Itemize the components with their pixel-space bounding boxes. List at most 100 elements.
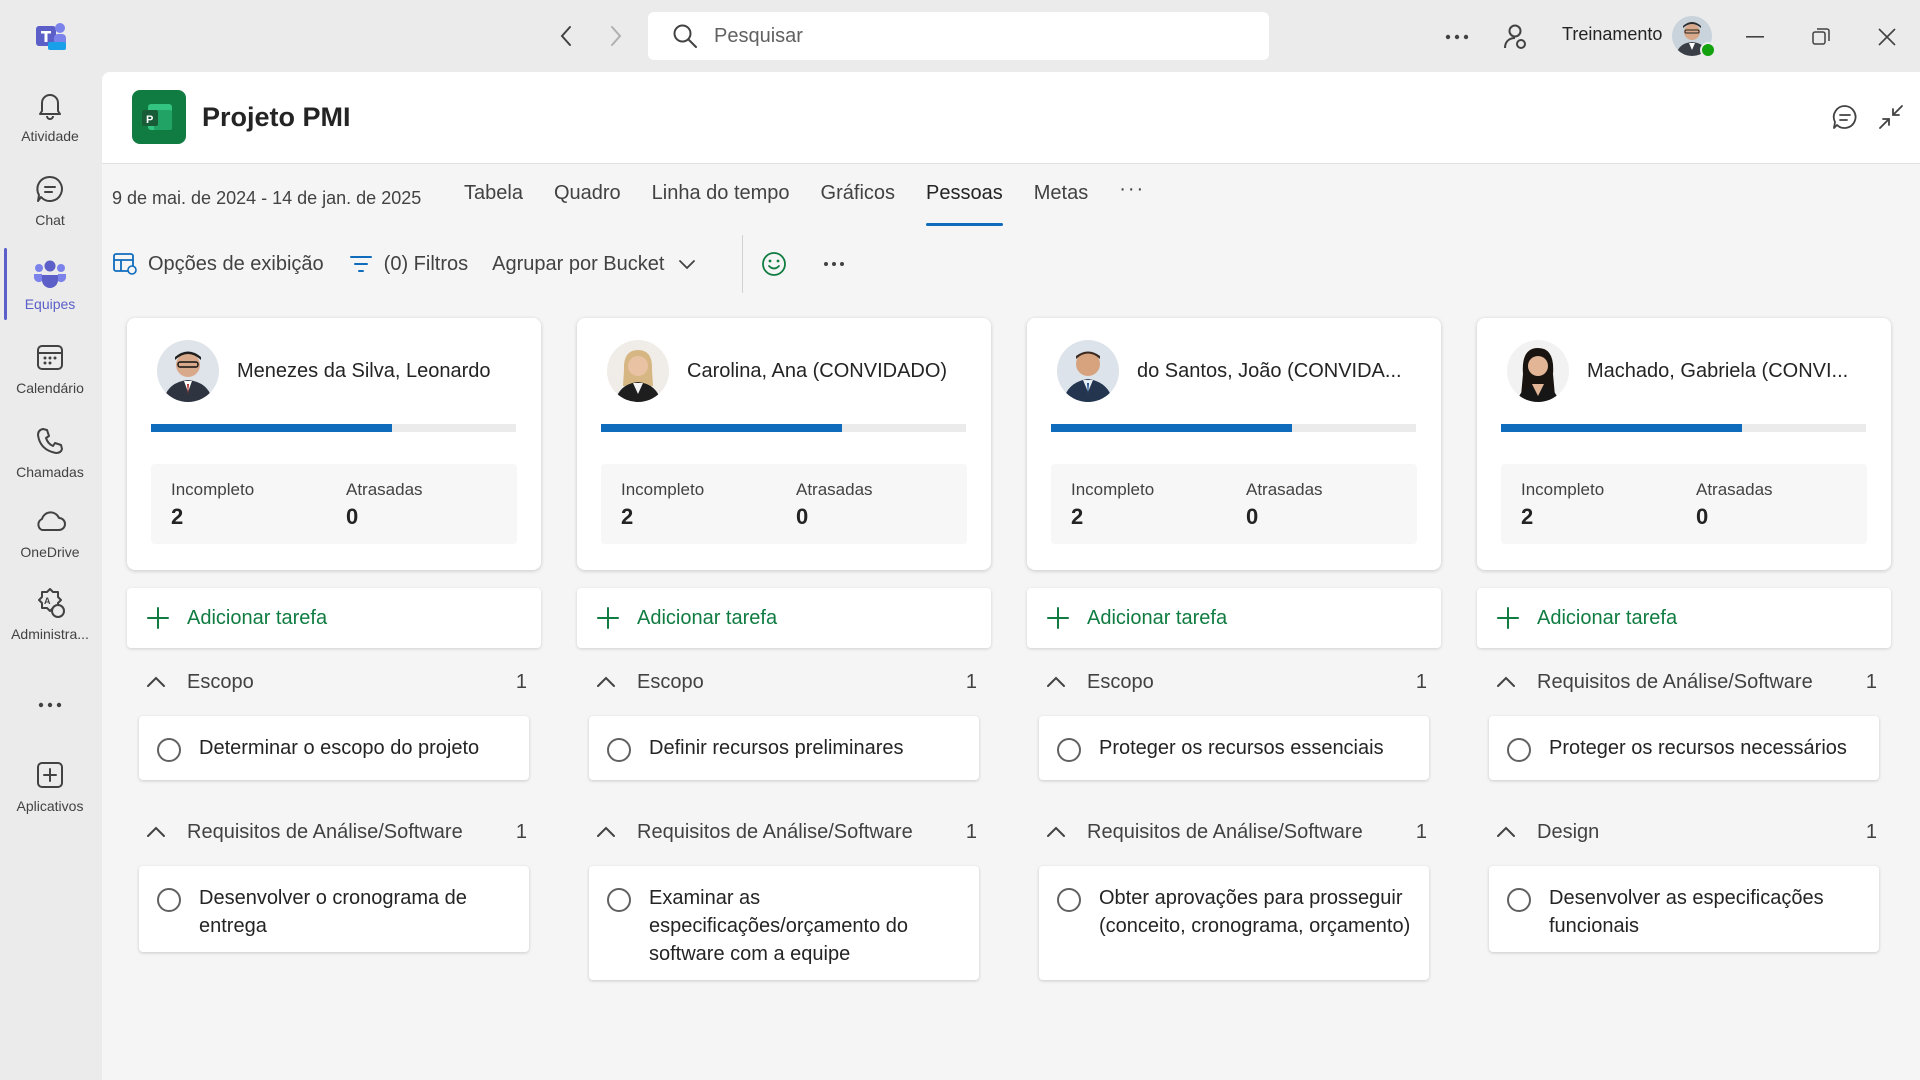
plus-icon [1495, 605, 1521, 631]
stat-label: Atrasadas [1696, 480, 1773, 499]
task-card[interactable]: Definir recursos preliminares [589, 716, 979, 780]
view-options-label: Opções de exibição [148, 252, 324, 275]
task-title: Proteger os recursos essenciais [1099, 737, 1384, 759]
more-options-icon[interactable] [1442, 22, 1472, 52]
rail-item-calendario[interactable]: Calendário [0, 336, 100, 414]
close-icon[interactable] [1872, 22, 1902, 52]
tab-metas[interactable]: Metas [1034, 182, 1088, 226]
rail-item-administra[interactable]: A Administra... [0, 582, 100, 660]
tab-tabela[interactable]: Tabela [464, 182, 523, 226]
toolbar-more-button[interactable] [821, 251, 857, 277]
bucket-group-header[interactable]: Escopo 1 [127, 662, 541, 702]
task-card[interactable]: Proteger os recursos necessários [1489, 716, 1879, 780]
add-task-button[interactable]: Adicionar tarefa [1027, 588, 1441, 648]
tab-linha-do-tempo[interactable]: Linha do tempo [652, 182, 790, 226]
bucket-group-header[interactable]: Escopo 1 [1027, 662, 1441, 702]
bucket-group-header[interactable]: Requisitos de Análise/Software 1 [1027, 812, 1441, 852]
stat-value: 0 [1696, 504, 1709, 529]
group-by-dropdown[interactable]: Agrupar por Bucket [492, 251, 710, 277]
rail-item-aplicativos[interactable]: Aplicativos [0, 754, 100, 832]
stat-value: 0 [796, 504, 809, 529]
rail-more-apps[interactable] [0, 684, 100, 724]
collapse-icon[interactable] [1876, 102, 1906, 132]
stat-late: Atrasadas 0 [796, 480, 873, 530]
task-card[interactable]: Proteger os recursos essenciais [1039, 716, 1429, 780]
main-content: P Projeto PMI 9 de mai. de 2024 - 14 de … [102, 72, 1920, 1080]
task-complete-checkbox[interactable] [607, 738, 631, 762]
task-complete-checkbox[interactable] [157, 738, 181, 762]
tab-graficos[interactable]: Gráficos [821, 182, 895, 226]
task-complete-checkbox[interactable] [1057, 738, 1081, 762]
bucket-group-header[interactable]: Requisitos de Análise/Software 1 [127, 812, 541, 852]
bucket-group-header[interactable]: Design 1 [1477, 812, 1891, 852]
task-card[interactable]: Desenvolver as especificações funcionais [1489, 866, 1879, 952]
task-card[interactable]: Desenvolver o cronograma de entrega [139, 866, 529, 952]
search-box[interactable] [648, 12, 1269, 60]
task-card[interactable]: Determinar o escopo do projeto [139, 716, 529, 780]
tab-quadro[interactable]: Quadro [554, 182, 621, 226]
rail-label: Atividade [21, 128, 79, 144]
bucket-count: 1 [1865, 670, 1877, 693]
stat-label: Incompleto [171, 480, 255, 499]
bell-icon [33, 88, 67, 122]
add-task-label: Adicionar tarefa [187, 606, 328, 629]
bucket-count: 1 [515, 670, 527, 693]
progress-fill [601, 424, 842, 432]
rail-item-onedrive[interactable]: OneDrive [0, 500, 100, 578]
person-card[interactable]: do Santos, João (CONVIDA... Incompleto 2… [1027, 318, 1441, 570]
stat-incomplete: Incompleto 2 [171, 480, 254, 530]
restore-icon[interactable] [1806, 22, 1836, 52]
tab-pessoas[interactable]: Pessoas [926, 182, 1003, 226]
bucket-name: Requisitos de Análise/Software [637, 820, 913, 843]
rail-item-atividade[interactable]: Atividade [0, 84, 100, 162]
person-card[interactable]: Carolina, Ana (CONVIDADO) Incompleto 2 A… [577, 318, 991, 570]
rail-item-chat[interactable]: Chat [0, 168, 100, 246]
tabs-more-button[interactable]: ··· [1119, 178, 1145, 226]
task-complete-checkbox[interactable] [1057, 888, 1081, 912]
view-options-button[interactable]: Opções de exibição [112, 251, 324, 277]
conversation-icon[interactable] [1830, 102, 1860, 132]
filters-button[interactable]: (0) Filtros [348, 251, 468, 277]
toolbar-divider [742, 235, 744, 293]
task-complete-checkbox[interactable] [1507, 738, 1531, 762]
add-task-label: Adicionar tarefa [637, 606, 778, 629]
progress-bar [601, 424, 966, 432]
bucket-name: Design [1537, 820, 1600, 843]
task-complete-checkbox[interactable] [157, 888, 181, 912]
rail-item-equipes[interactable]: Equipes [0, 252, 100, 330]
search-input[interactable] [714, 24, 1234, 48]
person-card[interactable]: Menezes da Silva, Leonardo Incompleto 2 … [127, 318, 541, 570]
task-card[interactable]: Examinar as especificações/orçamento do … [589, 866, 979, 980]
page-title: Projeto PMI [202, 102, 351, 132]
task-card[interactable]: Obter aprovações para prosseguir (concei… [1039, 866, 1429, 980]
rail-item-chamadas[interactable]: Chamadas [0, 420, 100, 498]
teams-logo-icon[interactable] [34, 20, 68, 52]
planner-app-icon: P [132, 90, 186, 144]
task-complete-checkbox[interactable] [1507, 888, 1531, 912]
bucket-group-header[interactable]: Escopo 1 [577, 662, 991, 702]
people-settings-icon[interactable] [1500, 22, 1530, 52]
add-task-button[interactable]: Adicionar tarefa [127, 588, 541, 648]
add-app-icon [33, 758, 67, 792]
more-apps-icon [33, 688, 67, 722]
person-card[interactable]: Machado, Gabriela (CONVI... Incompleto 2… [1477, 318, 1891, 570]
filters-label: (0) Filtros [383, 252, 469, 275]
more-options-icon [821, 251, 847, 277]
emoji-button[interactable] [761, 251, 797, 277]
add-task-button[interactable]: Adicionar tarefa [1477, 588, 1891, 648]
chevron-up-icon [1495, 821, 1517, 843]
add-task-button[interactable]: Adicionar tarefa [577, 588, 991, 648]
chat-icon [33, 172, 67, 206]
bucket-group-header[interactable]: Requisitos de Análise/Software 1 [577, 812, 991, 852]
task-complete-checkbox[interactable] [607, 888, 631, 912]
chevron-up-icon [595, 821, 617, 843]
task-title: Desenvolver o cronograma de entrega [199, 887, 467, 937]
bucket-group-header[interactable]: Requisitos de Análise/Software 1 [1477, 662, 1891, 702]
forward-arrow-icon[interactable] [602, 22, 630, 50]
page-header: P Projeto PMI [102, 72, 1920, 164]
stat-incomplete: Incompleto 2 [621, 480, 704, 530]
back-arrow-icon[interactable] [552, 22, 580, 50]
account-name[interactable]: Treinamento [1562, 24, 1662, 45]
minimize-icon[interactable] [1740, 22, 1770, 52]
account-avatar[interactable] [1672, 16, 1716, 58]
